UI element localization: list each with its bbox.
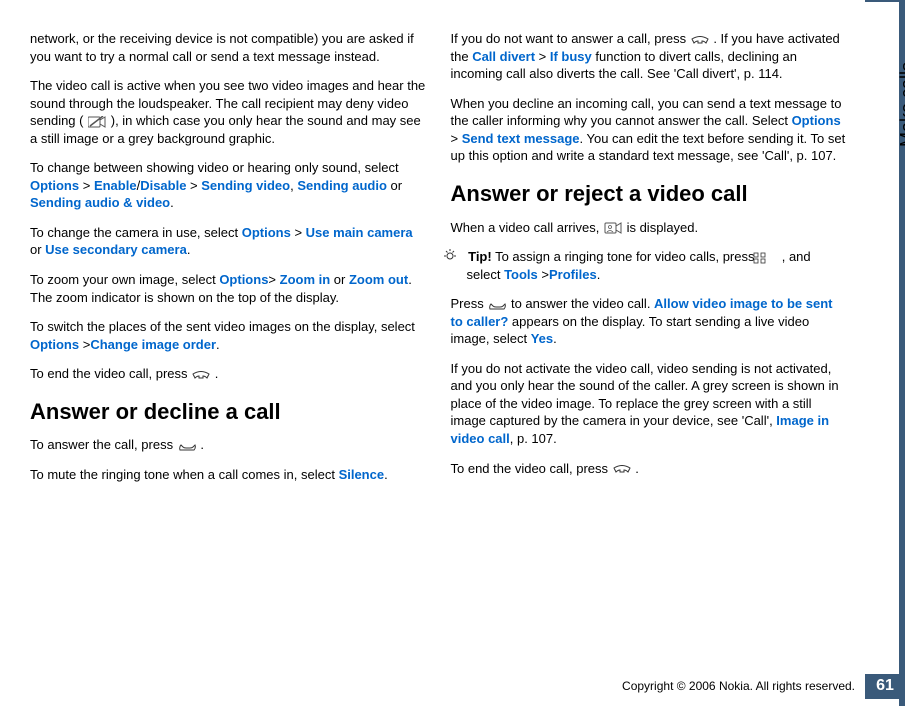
footer: Copyright © 2006 Nokia. All rights reser… [0,666,905,706]
body-text: When a video call arrives, is displayed. [451,219,848,237]
text: > [451,131,462,146]
text: When a video call arrives, [451,220,603,235]
menu-key-icon [758,251,778,265]
text: If you do not want to answer a call, pre… [451,31,690,46]
text: . [215,366,219,381]
text: or [387,178,402,193]
content-area: network, or the receiving device is not … [0,0,865,706]
text: . [216,337,220,352]
end-key-icon [612,462,632,476]
tip-label: Tip! [465,249,492,264]
body-text: network, or the receiving device is not … [30,30,427,65]
video-denied-icon [87,115,107,129]
text: > [79,337,90,352]
copyright-text: Copyright © 2006 Nokia. All rights reser… [622,679,855,693]
text: To change the camera in use, select [30,225,242,240]
send-text-message-link[interactable]: Send text message [462,131,580,146]
answer-decline-heading: Answer or decline a call [30,397,427,427]
text: To change between showing video or heari… [30,160,399,175]
text: > [538,267,549,282]
body-text: To answer the call, press . [30,436,427,454]
if-busy-link[interactable]: If busy [550,49,592,64]
text: . [635,461,639,476]
sending-video-link[interactable]: Sending video [201,178,290,193]
options-link[interactable]: Options [792,113,841,128]
body-text: To zoom your own image, select Options> … [30,271,427,306]
change-image-order-link[interactable]: Change image order [90,337,216,352]
text: , p. 107. [510,431,557,446]
text: To end the video call, press [451,461,612,476]
sending-audio-link[interactable]: Sending audio [297,178,387,193]
tip-icon [451,248,465,266]
disable-link[interactable]: Disable [140,178,186,193]
body-text: To mute the ringing tone when a call com… [30,466,427,484]
text: . [597,267,601,282]
page-number: 61 [865,674,905,699]
text: > [291,225,306,240]
text: or [330,272,349,287]
body-text: When you decline an incoming call, you c… [451,95,848,165]
text: Press [451,296,488,311]
body-text: Press to answer the video call. Allow vi… [451,295,848,348]
body-text: The video call is active when you see tw… [30,77,427,147]
body-text: To end the video call, press . [451,460,848,478]
page-container: network, or the receiving device is not … [0,0,905,706]
text: to answer the video call. [511,296,654,311]
text: To end the video call, press [30,366,191,381]
body-text: If you do not activate the video call, v… [451,360,848,448]
text: . [553,331,557,346]
text: > [79,178,94,193]
answer-reject-video-heading: Answer or reject a video call [451,179,848,209]
use-secondary-camera-link[interactable]: Use secondary camera [45,242,187,257]
text: . [384,467,388,482]
call-key-icon [177,439,197,453]
body-text: To change between showing video or heari… [30,159,427,212]
end-key-icon [191,368,211,382]
left-column: network, or the receiving device is not … [30,30,427,656]
options-link[interactable]: Options [219,272,268,287]
right-column: If you do not want to answer a call, pre… [451,30,848,656]
yes-link[interactable]: Yes [531,331,553,346]
video-call-icon [603,221,623,235]
text: . [187,242,191,257]
text: > [186,178,201,193]
options-link[interactable]: Options [30,178,79,193]
zoom-in-link[interactable]: Zoom in [280,272,331,287]
sending-audio-video-link[interactable]: Sending audio & video [30,195,170,210]
call-divert-link[interactable]: Call divert [472,49,535,64]
text: > [268,272,279,287]
zoom-out-link[interactable]: Zoom out [349,272,408,287]
tip-block: Tip! To assign a ringing tone for video … [451,248,848,283]
text: > [535,49,550,64]
body-text: To switch the places of the sent video i… [30,318,427,353]
text: . [200,437,204,452]
body-text: If you do not want to answer a call, pre… [451,30,848,83]
end-key-icon [690,33,710,47]
text: is displayed. [627,220,699,235]
text: . [170,195,174,210]
text: To answer the call, press [30,437,177,452]
silence-link[interactable]: Silence [339,467,385,482]
side-tab: Make calls [865,0,905,706]
text: To assign a ringing tone for video calls… [492,249,758,264]
text: or [30,242,45,257]
use-main-camera-link[interactable]: Use main camera [306,225,413,240]
options-link[interactable]: Options [30,337,79,352]
body-text: To end the video call, press . [30,365,427,383]
section-title: Make calls [897,62,905,147]
profiles-link[interactable]: Profiles [549,267,597,282]
text: To mute the ringing tone when a call com… [30,467,339,482]
text: To switch the places of the sent video i… [30,319,415,334]
tools-link[interactable]: Tools [504,267,538,282]
body-text: To change the camera in use, select Opti… [30,224,427,259]
call-key-icon [487,298,507,312]
text: When you decline an incoming call, you c… [451,96,842,129]
options-link[interactable]: Options [242,225,291,240]
text: To zoom your own image, select [30,272,219,287]
enable-link[interactable]: Enable [94,178,137,193]
